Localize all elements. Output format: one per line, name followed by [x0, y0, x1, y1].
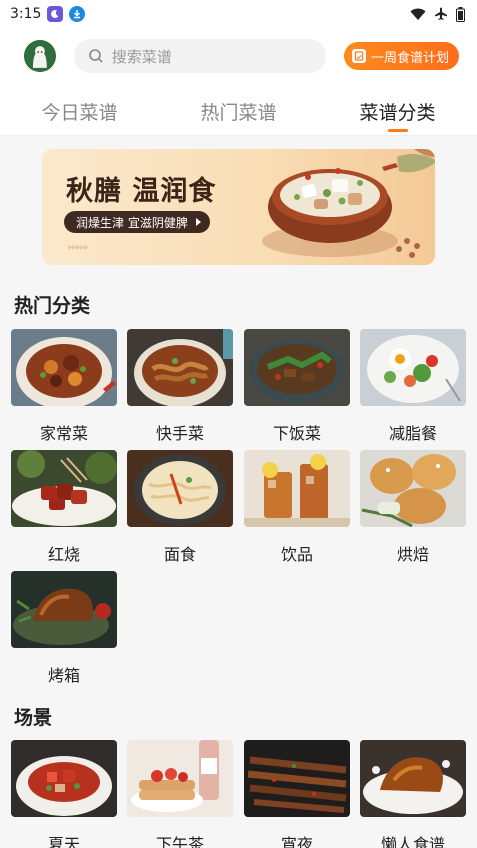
scene-lazy-recipes[interactable]: 懒人食谱 — [360, 740, 466, 848]
lazy-recipe-image — [360, 740, 466, 817]
afternoon-tea-image — [127, 740, 233, 817]
weekly-plan-label: 一周食谱计划 — [370, 50, 449, 66]
tab-today[interactable]: 今日菜谱 — [0, 84, 159, 135]
category-label: 面食 — [163, 545, 196, 564]
category-label: 家常菜 — [39, 424, 88, 443]
wifi-icon — [410, 8, 426, 20]
tab-popular[interactable]: 热门菜谱 — [159, 84, 318, 135]
scene-label: 懒人食谱 — [380, 835, 445, 848]
search-icon — [88, 49, 103, 63]
category-home-style[interactable]: 家常菜 — [11, 329, 117, 444]
late-night-skewers-image — [244, 740, 350, 817]
status-bar: 3:15 — [0, 0, 477, 28]
scenes-title: 场景 — [14, 707, 53, 729]
summer-dish-image — [11, 740, 117, 817]
tab-bar: 今日菜谱 热门菜谱 菜谱分类 — [0, 84, 477, 136]
promo-banner[interactable]: 秋膳 温润食 润燥生津 宜滋阴健脾 ▸▸▸▸▸ — [42, 149, 435, 265]
drinks-image — [244, 450, 350, 527]
fat-loss-meal-image — [360, 329, 466, 406]
airplane-icon — [435, 7, 447, 20]
scene-afternoon-tea[interactable]: 下午茶 — [127, 740, 233, 848]
category-rice-pairing[interactable]: 下饭菜 — [244, 329, 350, 444]
scene-late-night[interactable]: 宵夜 — [244, 740, 350, 848]
category-drinks[interactable]: 饮品 — [244, 450, 350, 565]
scene-summer[interactable]: 夏天 — [11, 740, 117, 848]
scene-label: 下午茶 — [155, 835, 204, 848]
category-label: 下饭菜 — [272, 424, 321, 443]
moon-app-icon — [47, 6, 64, 22]
category-noodles[interactable]: 面食 — [127, 450, 233, 565]
rice-pairing-dish-image — [244, 329, 350, 406]
category-label: 快手菜 — [155, 424, 204, 443]
app-header: 搜索菜谱 一周食谱计划 — [0, 28, 477, 84]
category-label: 烘焙 — [396, 545, 429, 564]
download-icon — [69, 6, 86, 22]
status-time: 3:15 — [10, 6, 42, 22]
weekly-plan-button[interactable]: 一周食谱计划 — [343, 42, 459, 70]
category-baking[interactable]: 烘焙 — [360, 450, 466, 565]
home-style-dish-image — [11, 329, 117, 406]
quick-dish-image — [127, 329, 233, 406]
tab-categories[interactable]: 菜谱分类 — [318, 84, 477, 135]
search-placeholder: 搜索菜谱 — [111, 47, 172, 66]
category-label: 烤箱 — [47, 666, 80, 685]
category-label: 饮品 — [280, 545, 313, 564]
hot-categories-title: 热门分类 — [14, 295, 91, 317]
scene-label: 夏天 — [47, 835, 80, 848]
plan-icon — [351, 49, 366, 63]
battery-icon — [456, 6, 465, 22]
category-label: 减脂餐 — [388, 424, 437, 443]
category-braised[interactable]: 红烧 — [11, 450, 117, 565]
category-fat-loss[interactable]: 减脂餐 — [360, 329, 466, 444]
soup-pot-image — [262, 149, 435, 258]
category-quick[interactable]: 快手菜 — [127, 329, 233, 444]
category-oven[interactable]: 烤箱 — [11, 571, 117, 686]
oven-dish-image — [11, 571, 117, 648]
scene-label: 宵夜 — [280, 835, 313, 848]
avatar[interactable] — [24, 40, 56, 72]
noodles-image — [127, 450, 233, 527]
category-label: 红烧 — [47, 545, 80, 564]
search-bar[interactable]: 搜索菜谱 — [73, 39, 326, 73]
braised-dish-image — [11, 450, 117, 527]
baking-image — [360, 450, 466, 527]
